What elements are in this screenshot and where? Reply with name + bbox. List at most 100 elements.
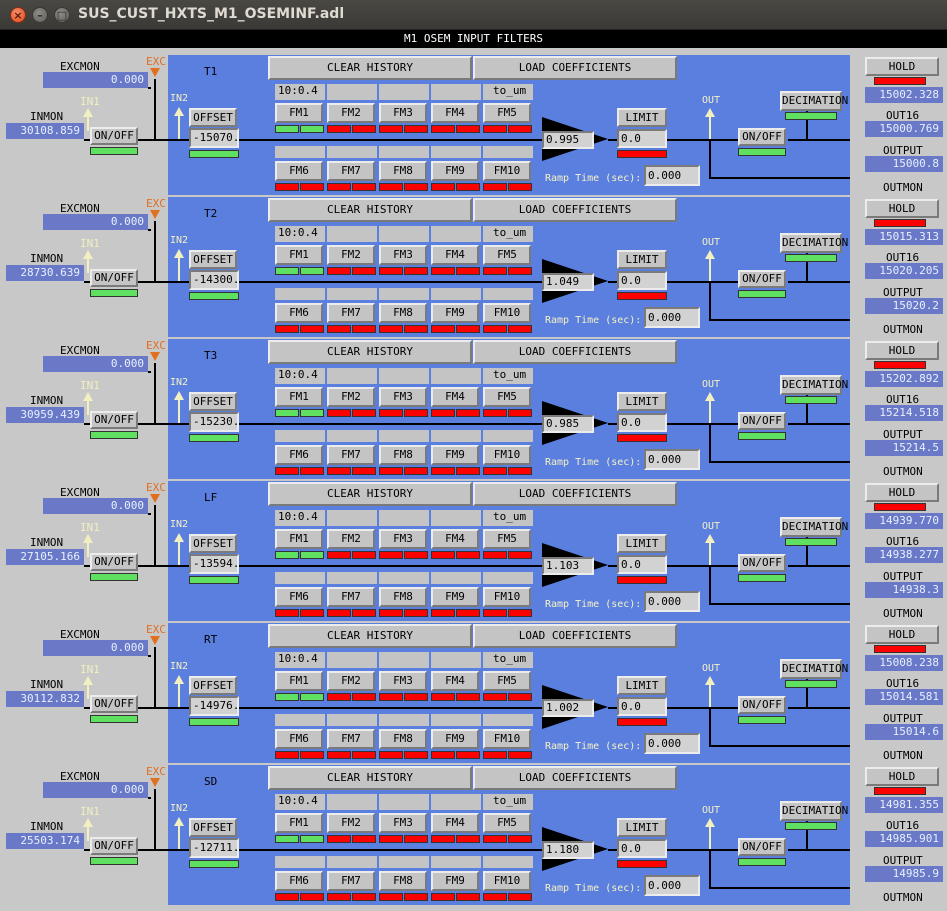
fm10-button[interactable]: FM10 xyxy=(483,871,531,891)
clear-history-button[interactable]: CLEAR HISTORY xyxy=(268,482,472,506)
fm1-button[interactable]: FM1 xyxy=(275,671,323,691)
input-on-off-button[interactable]: ON/OFF xyxy=(90,127,138,145)
fm2-button[interactable]: FM2 xyxy=(327,245,375,265)
fm1-button[interactable]: FM1 xyxy=(275,813,323,833)
output-on-off-button[interactable]: ON/OFF xyxy=(738,412,786,430)
input-on-off-button[interactable]: ON/OFF xyxy=(90,553,138,571)
input-on-off-button[interactable]: ON/OFF xyxy=(90,837,138,855)
decimation-button[interactable]: DECIMATION xyxy=(780,659,848,679)
output-on-off-button[interactable]: ON/OFF xyxy=(738,554,786,572)
fm1-button[interactable]: FM1 xyxy=(275,387,323,407)
fm7-button[interactable]: FM7 xyxy=(327,871,375,891)
offset-input[interactable]: -14300. xyxy=(189,270,239,290)
offset-input[interactable]: -15070. xyxy=(189,128,239,148)
fm9-button[interactable]: FM9 xyxy=(431,871,479,891)
fm2-button[interactable]: FM2 xyxy=(327,813,375,833)
fm7-button[interactable]: FM7 xyxy=(327,729,375,749)
decimation-button[interactable]: DECIMATION xyxy=(780,375,848,395)
limit-button[interactable]: LIMIT xyxy=(617,534,667,553)
fm10-button[interactable]: FM10 xyxy=(483,161,531,181)
window-maximize-button[interactable]: □ xyxy=(54,7,70,23)
limit-button[interactable]: LIMIT xyxy=(617,250,667,269)
fm9-button[interactable]: FM9 xyxy=(431,161,479,181)
input-on-off-button[interactable]: ON/OFF xyxy=(90,269,138,287)
fm1-button[interactable]: FM1 xyxy=(275,529,323,549)
fm3-button[interactable]: FM3 xyxy=(379,671,427,691)
fm10-button[interactable]: FM10 xyxy=(483,445,531,465)
fm7-button[interactable]: FM7 xyxy=(327,445,375,465)
window-minimize-button[interactable]: – xyxy=(32,7,48,23)
fm7-button[interactable]: FM7 xyxy=(327,161,375,181)
hold-output-button[interactable]: HOLD OUTPUT xyxy=(865,341,939,372)
fm3-button[interactable]: FM3 xyxy=(379,103,427,123)
fm4-button[interactable]: FM4 xyxy=(431,245,479,265)
fm10-button[interactable]: FM10 xyxy=(483,587,531,607)
load-coefficients-button[interactable]: LOAD COEFFICIENTS xyxy=(473,482,677,506)
fm7-button[interactable]: FM7 xyxy=(327,303,375,323)
fm8-button[interactable]: FM8 xyxy=(379,587,427,607)
hold-output-button[interactable]: HOLD OUTPUT xyxy=(865,767,939,798)
fm4-button[interactable]: FM4 xyxy=(431,671,479,691)
hold-output-button[interactable]: HOLD OUTPUT xyxy=(865,625,939,656)
fm8-button[interactable]: FM8 xyxy=(379,445,427,465)
fm8-button[interactable]: FM8 xyxy=(379,729,427,749)
gain-input[interactable]: 0.995 xyxy=(542,131,594,149)
output-on-off-button[interactable]: ON/OFF xyxy=(738,838,786,856)
fm2-button[interactable]: FM2 xyxy=(327,529,375,549)
output-on-off-button[interactable]: ON/OFF xyxy=(738,270,786,288)
offset-input[interactable]: -12711. xyxy=(189,838,239,858)
limit-input[interactable]: 0.0 xyxy=(617,697,667,716)
limit-input[interactable]: 0.0 xyxy=(617,413,667,432)
fm6-button[interactable]: FM6 xyxy=(275,161,323,181)
clear-history-button[interactable]: CLEAR HISTORY xyxy=(268,766,472,790)
limit-button[interactable]: LIMIT xyxy=(617,676,667,695)
fm6-button[interactable]: FM6 xyxy=(275,303,323,323)
clear-history-button[interactable]: CLEAR HISTORY xyxy=(268,340,472,364)
fm5-button[interactable]: FM5 xyxy=(483,103,531,123)
fm4-button[interactable]: FM4 xyxy=(431,813,479,833)
clear-history-button[interactable]: CLEAR HISTORY xyxy=(268,56,472,80)
fm4-button[interactable]: FM4 xyxy=(431,529,479,549)
offset-button[interactable]: OFFSET xyxy=(189,818,237,837)
limit-input[interactable]: 0.0 xyxy=(617,839,667,858)
ramp-time-input[interactable]: 0.000 xyxy=(644,875,700,896)
ramp-time-input[interactable]: 0.000 xyxy=(644,591,700,612)
limit-input[interactable]: 0.0 xyxy=(617,555,667,574)
fm9-button[interactable]: FM9 xyxy=(431,729,479,749)
decimation-button[interactable]: DECIMATION xyxy=(780,91,848,111)
fm3-button[interactable]: FM3 xyxy=(379,813,427,833)
offset-input[interactable]: -13594. xyxy=(189,554,239,574)
window-close-button[interactable]: × xyxy=(10,7,26,23)
ramp-time-input[interactable]: 0.000 xyxy=(644,165,700,186)
load-coefficients-button[interactable]: LOAD COEFFICIENTS xyxy=(473,56,677,80)
gain-input[interactable]: 0.985 xyxy=(542,415,594,433)
decimation-button[interactable]: DECIMATION xyxy=(780,233,848,253)
input-on-off-button[interactable]: ON/OFF xyxy=(90,695,138,713)
fm5-button[interactable]: FM5 xyxy=(483,245,531,265)
gain-input[interactable]: 1.103 xyxy=(542,557,594,575)
decimation-button[interactable]: DECIMATION xyxy=(780,517,848,537)
fm6-button[interactable]: FM6 xyxy=(275,445,323,465)
ramp-time-input[interactable]: 0.000 xyxy=(644,449,700,470)
fm3-button[interactable]: FM3 xyxy=(379,245,427,265)
gain-input[interactable]: 1.180 xyxy=(542,841,594,859)
fm10-button[interactable]: FM10 xyxy=(483,729,531,749)
fm5-button[interactable]: FM5 xyxy=(483,529,531,549)
limit-input[interactable]: 0.0 xyxy=(617,271,667,290)
offset-button[interactable]: OFFSET xyxy=(189,108,237,127)
load-coefficients-button[interactable]: LOAD COEFFICIENTS xyxy=(473,624,677,648)
fm9-button[interactable]: FM9 xyxy=(431,303,479,323)
load-coefficients-button[interactable]: LOAD COEFFICIENTS xyxy=(473,340,677,364)
fm1-button[interactable]: FM1 xyxy=(275,245,323,265)
fm9-button[interactable]: FM9 xyxy=(431,587,479,607)
offset-button[interactable]: OFFSET xyxy=(189,392,237,411)
fm2-button[interactable]: FM2 xyxy=(327,387,375,407)
decimation-button[interactable]: DECIMATION xyxy=(780,801,848,821)
fm6-button[interactable]: FM6 xyxy=(275,587,323,607)
fm5-button[interactable]: FM5 xyxy=(483,387,531,407)
fm2-button[interactable]: FM2 xyxy=(327,671,375,691)
output-on-off-button[interactable]: ON/OFF xyxy=(738,696,786,714)
limit-button[interactable]: LIMIT xyxy=(617,108,667,127)
fm8-button[interactable]: FM8 xyxy=(379,161,427,181)
offset-button[interactable]: OFFSET xyxy=(189,534,237,553)
